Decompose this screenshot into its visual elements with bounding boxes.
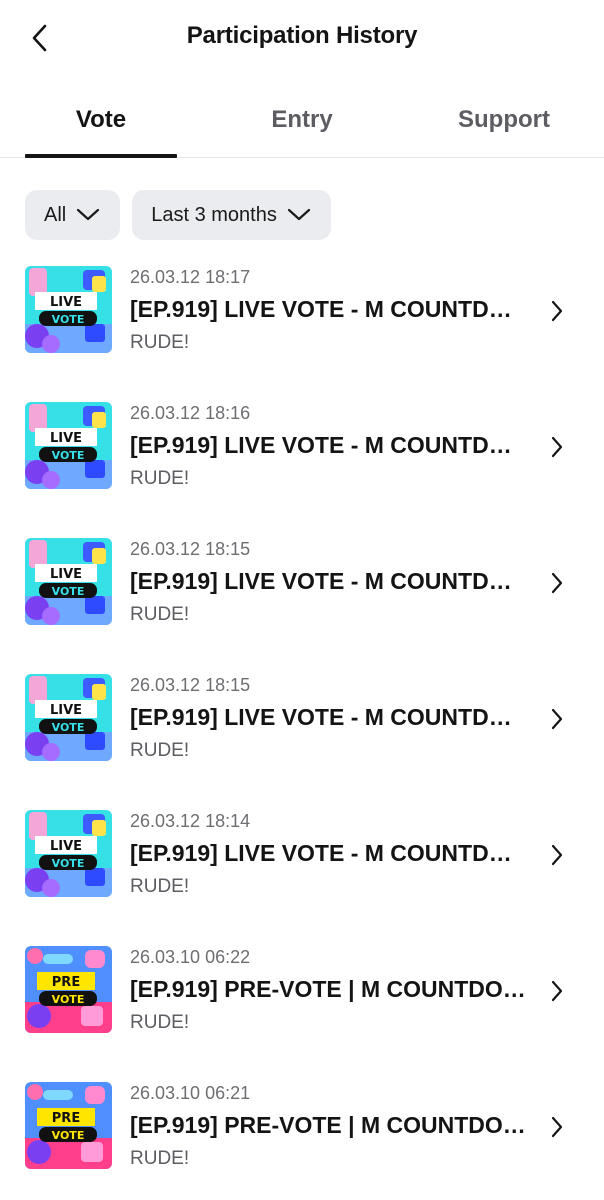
vote-thumbnail: LIVE VOTE <box>25 538 112 625</box>
vote-thumbnail: PRE VOTE <box>25 1082 112 1169</box>
thumb-line2: VOTE <box>52 1129 85 1142</box>
thumb-line1: PRE <box>52 975 80 990</box>
thumb-line2: VOTE <box>52 721 85 734</box>
item-candidate: RUDE! <box>130 1012 190 1033</box>
item-candidate: RUDE! <box>130 468 190 489</box>
item-timestamp: 26.03.10 06:21 <box>130 1083 251 1103</box>
thumb-line2: VOTE <box>52 449 85 462</box>
list-item[interactable]: LIVE VOTE 26.03.12 18:16 [EP.919] LIVE V… <box>0 402 604 492</box>
item-timestamp: 26.03.10 06:22 <box>130 947 251 967</box>
type-filter-label: All <box>44 203 67 226</box>
tab-bar: Vote Entry Support <box>0 90 604 158</box>
thumb-line1: PRE <box>52 1111 80 1126</box>
period-filter-dropdown[interactable]: Last 3 months <box>132 190 331 240</box>
item-timestamp: 26.03.12 18:14 <box>130 811 251 831</box>
thumb-line1: LIVE <box>50 567 82 582</box>
thumb-line2: VOTE <box>52 857 85 870</box>
thumb-line2: VOTE <box>52 993 85 1006</box>
filter-bar: All Last 3 months <box>25 190 331 240</box>
item-timestamp: 26.03.12 18:17 <box>130 267 251 287</box>
item-title: [EP.919] LIVE VOTE - M COUNTDOWN <box>130 840 528 866</box>
item-timestamp: 26.03.12 18:15 <box>130 675 251 695</box>
type-filter-dropdown[interactable]: All <box>25 190 121 240</box>
item-title: [EP.919] LIVE VOTE - M COUNTDOWN <box>130 432 528 458</box>
chevron-right-icon <box>545 432 569 462</box>
vote-thumbnail: LIVE VOTE <box>25 674 112 761</box>
chevron-down-icon <box>287 208 311 222</box>
tab-vote[interactable]: Vote <box>25 90 177 158</box>
thumb-line1: LIVE <box>50 839 82 854</box>
chevron-right-icon <box>545 704 569 734</box>
item-candidate: RUDE! <box>130 332 190 353</box>
item-title: [EP.919] PRE-VOTE | M COUNTDOWN <box>130 1112 528 1138</box>
tab-entry[interactable]: Entry <box>226 90 378 158</box>
thumb-line2: VOTE <box>52 313 85 326</box>
list-item[interactable]: LIVE VOTE 26.03.12 18:15 [EP.919] LIVE V… <box>0 538 604 628</box>
tab-support[interactable]: Support <box>428 90 580 158</box>
item-candidate: RUDE! <box>130 876 190 897</box>
item-timestamp: 26.03.12 18:16 <box>130 403 251 423</box>
item-candidate: RUDE! <box>130 1148 190 1169</box>
list-item[interactable]: PRE VOTE 26.03.10 06:22 [EP.919] PRE-VOT… <box>0 946 604 1036</box>
header-bar: Participation History <box>0 0 604 76</box>
item-title: [EP.919] LIVE VOTE - M COUNTDOWN <box>130 568 528 594</box>
list-item[interactable]: LIVE VOTE 26.03.12 18:17 [EP.919] LIVE V… <box>0 266 604 356</box>
active-tab-indicator <box>25 154 177 158</box>
chevron-down-icon <box>76 208 100 222</box>
list-item[interactable]: LIVE VOTE 26.03.12 18:15 [EP.919] LIVE V… <box>0 674 604 764</box>
list-item[interactable]: LIVE VOTE 26.03.12 18:14 [EP.919] LIVE V… <box>0 810 604 900</box>
thumb-line1: LIVE <box>50 295 82 310</box>
chevron-right-icon <box>545 976 569 1006</box>
item-candidate: RUDE! <box>130 604 190 625</box>
vote-thumbnail: LIVE VOTE <box>25 810 112 897</box>
thumb-line1: LIVE <box>50 431 82 446</box>
thumb-line1: LIVE <box>50 703 82 718</box>
vote-thumbnail: LIVE VOTE <box>25 266 112 353</box>
list-item[interactable]: PRE VOTE 26.03.10 06:21 [EP.919] PRE-VOT… <box>0 1082 604 1172</box>
period-filter-label: Last 3 months <box>151 203 277 226</box>
vote-thumbnail: LIVE VOTE <box>25 402 112 489</box>
item-title: [EP.919] PRE-VOTE | M COUNTDOWN <box>130 976 528 1002</box>
page-title: Participation History <box>186 22 418 49</box>
vote-thumbnail: PRE VOTE <box>25 946 112 1033</box>
item-title: [EP.919] LIVE VOTE - M COUNTDOWN <box>130 704 528 730</box>
item-candidate: RUDE! <box>130 740 190 761</box>
chevron-right-icon <box>545 568 569 598</box>
chevron-right-icon <box>545 1112 569 1142</box>
item-title: [EP.919] LIVE VOTE - M COUNTDOWN <box>130 296 528 322</box>
thumb-line2: VOTE <box>52 585 85 598</box>
chevron-right-icon <box>545 296 569 326</box>
chevron-right-icon <box>545 840 569 870</box>
item-timestamp: 26.03.12 18:15 <box>130 539 251 559</box>
